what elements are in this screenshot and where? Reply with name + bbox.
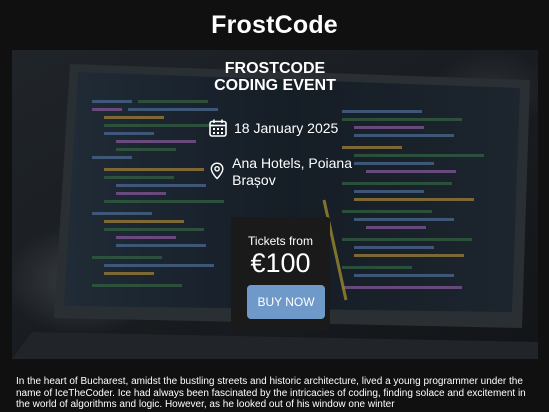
site-title: FrostCode <box>211 10 338 39</box>
map-pin-icon <box>210 162 224 180</box>
buy-now-button[interactable]: BUY NOW <box>247 285 325 319</box>
ticket-card: Tickets from €100 BUY NOW <box>231 217 330 330</box>
event-date-row: 18 January 2025 <box>208 118 338 138</box>
event-date: 18 January 2025 <box>234 120 339 136</box>
event-title-line-1: FROSTCODE <box>224 60 326 77</box>
event-location: Ana Hotels, Poiana Brașov <box>232 155 352 188</box>
tickets-label: Tickets from <box>248 234 313 248</box>
story-paragraph: In the heart of Bucharest, amidst the bu… <box>16 376 526 410</box>
event-title-line-2: CODING EVENT <box>214 77 336 94</box>
site-header: FrostCode <box>0 0 549 50</box>
ticket-price: €100 <box>250 248 311 278</box>
event-location-row: Ana Hotels, Poiana Brașov <box>210 155 380 189</box>
event-title: FROSTCODE CODING EVENT <box>12 60 538 94</box>
event-hero: FROSTCODE CODING EVENT 18 January 2025 A… <box>12 50 538 359</box>
calendar-icon <box>209 119 227 137</box>
